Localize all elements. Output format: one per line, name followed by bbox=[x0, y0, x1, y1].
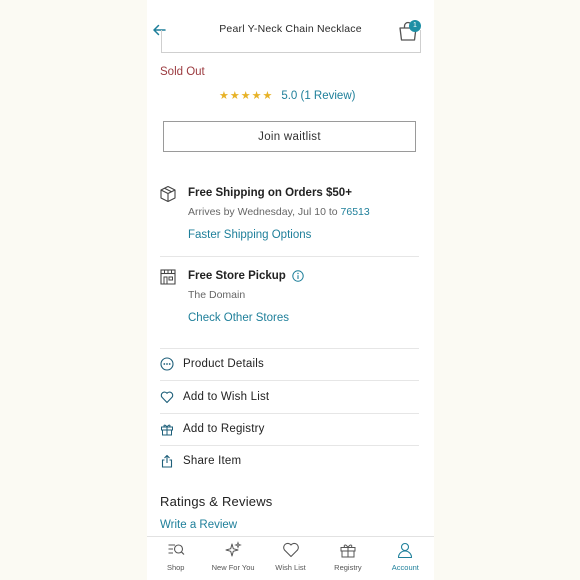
tab-shop-label: Shop bbox=[166, 563, 185, 572]
tab-wish-list[interactable]: Wish List bbox=[262, 537, 319, 580]
storefront-icon bbox=[160, 269, 176, 285]
pickup-title: Free Store Pickup bbox=[188, 270, 286, 282]
gift-icon bbox=[340, 544, 356, 558]
divider bbox=[160, 256, 419, 257]
pickup-heading: Free Store Pickup bbox=[188, 270, 304, 282]
tab-registry[interactable]: Registry bbox=[319, 537, 376, 580]
tab-new-for-you[interactable]: New For You bbox=[204, 537, 261, 580]
app-screen: Pearl Y-Neck Chain Necklace 1 Sold Out ★… bbox=[147, 0, 434, 580]
tab-account-label: Account bbox=[391, 563, 419, 572]
write-review-link[interactable]: Write a Review bbox=[160, 519, 237, 531]
tab-shop[interactable]: Shop bbox=[147, 537, 204, 580]
add-to-registry-label: Add to Registry bbox=[183, 423, 265, 435]
add-to-registry-row[interactable]: Add to Registry bbox=[160, 413, 419, 445]
share-item-label: Share Item bbox=[183, 455, 242, 467]
add-to-wish-list-label: Add to Wish List bbox=[183, 391, 270, 403]
product-details-label: Product Details bbox=[183, 358, 264, 370]
availability-status: Sold Out bbox=[160, 66, 205, 78]
tab-registry-label: Registry bbox=[334, 563, 362, 572]
join-waitlist-button[interactable]: Join waitlist bbox=[163, 121, 416, 152]
rating-link[interactable]: 5.0 (1 Review) bbox=[281, 90, 355, 102]
ratings-reviews-heading: Ratings & Reviews bbox=[160, 494, 273, 509]
check-other-stores-link[interactable]: Check Other Stores bbox=[188, 312, 289, 324]
star-rating-icons: ★★★★★ bbox=[219, 90, 274, 102]
user-icon bbox=[398, 542, 413, 559]
pickup-store-name: The Domain bbox=[188, 289, 246, 301]
tab-account[interactable]: Account bbox=[377, 537, 434, 580]
tab-new-for-you-label: New For You bbox=[211, 563, 255, 572]
share-item-row[interactable]: Share Item bbox=[160, 445, 419, 477]
zip-code-link[interactable]: 76513 bbox=[341, 206, 370, 218]
add-to-wish-list-row[interactable]: Add to Wish List bbox=[160, 381, 419, 413]
gift-icon bbox=[161, 424, 173, 436]
status-bar bbox=[147, 0, 434, 3]
bottom-tab-bar: Shop New For You Wish List Registry Acco… bbox=[147, 536, 434, 580]
info-icon[interactable] bbox=[292, 270, 304, 282]
sparkle-icon bbox=[225, 541, 242, 557]
heart-icon bbox=[160, 391, 174, 404]
package-box-icon bbox=[160, 185, 176, 203]
faster-shipping-link[interactable]: Faster Shipping Options bbox=[188, 229, 311, 241]
arrival-estimate: Arrives by Wednesday, Jul 10 to 76513 bbox=[188, 206, 370, 218]
share-icon bbox=[161, 454, 173, 468]
more-circle-icon bbox=[160, 357, 174, 371]
tab-wish-list-label: Wish List bbox=[275, 563, 306, 572]
heart-icon bbox=[282, 542, 299, 558]
search-list-icon bbox=[168, 544, 185, 555]
rating-summary[interactable]: ★★★★★ 5.0 (1 Review) bbox=[219, 89, 355, 103]
size-select-box[interactable] bbox=[161, 30, 421, 53]
product-details-row[interactable]: Product Details bbox=[160, 348, 419, 380]
shipping-title: Free Shipping on Orders $50+ bbox=[188, 187, 352, 199]
arrival-text: Arrives by Wednesday, Jul 10 to bbox=[188, 206, 341, 218]
